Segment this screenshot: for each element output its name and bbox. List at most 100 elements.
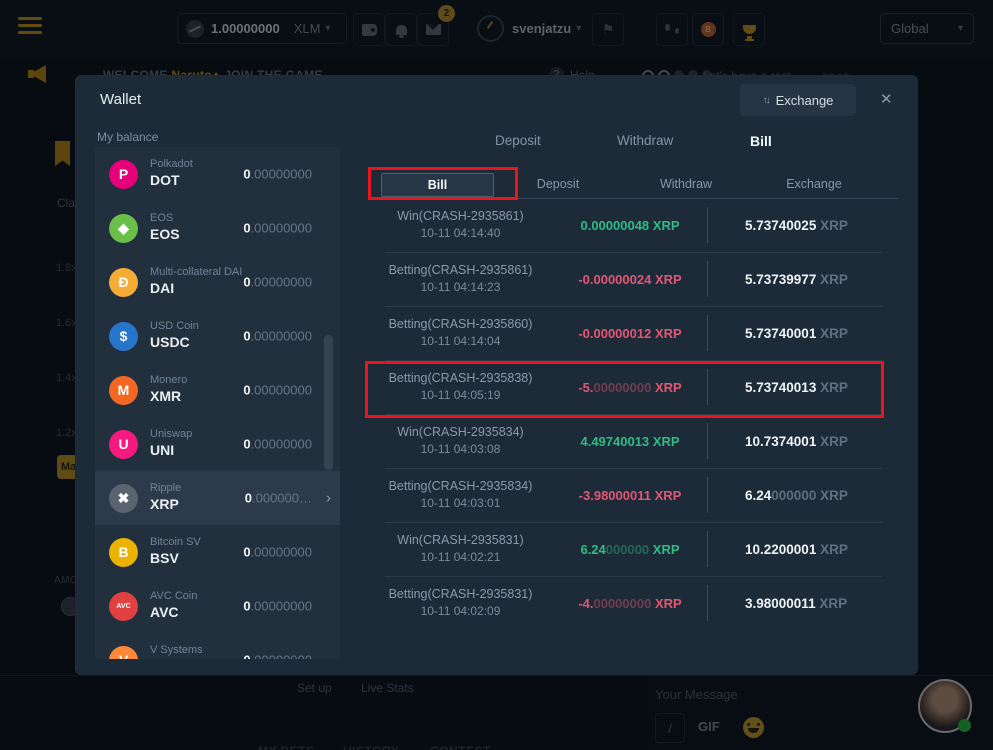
coin-row-avc[interactable]: AVCAVC CoinAVC0.00000000 — [95, 579, 340, 633]
subtab-exchange[interactable]: Exchange — [750, 170, 878, 198]
transaction-row: Win(CRASH-2935831)10-11 04:02:216.240000… — [368, 522, 885, 576]
coin-row-ripple[interactable]: ✖ RippleXRP 0.000000… › — [95, 471, 340, 525]
transaction-amount: -3.98000011 XRP — [553, 488, 707, 503]
uniswap-icon: U — [109, 430, 138, 459]
tab-withdraw[interactable]: Withdraw — [617, 133, 673, 148]
transaction-balance: 5.73740025 XRP — [708, 218, 885, 233]
coin-symbol: XMR — [150, 388, 187, 406]
transaction-amount: -0.00000024 XRP — [553, 272, 707, 287]
transaction-label: Betting(CRASH-2935831) — [368, 586, 553, 604]
transaction-balance: 10.7374001 XRP — [708, 434, 885, 449]
coin-symbol: DAI — [150, 280, 242, 298]
transaction-amount: -0.00000012 XRP — [553, 326, 707, 341]
exchange-label: Exchange — [776, 93, 834, 108]
dai-icon: Đ — [109, 268, 138, 297]
chevron-right-icon: › — [326, 490, 331, 507]
coin-row-uniswap[interactable]: U UniswapUNI 0.00000000 — [95, 417, 340, 471]
app-window: 1.00000000 XLM ▾ 2 svenjatzu ▾ ⚑ B Globa… — [0, 0, 993, 750]
coin-balance: 0.00000000 — [243, 599, 312, 614]
transaction-row: Betting(CRASH-2935838)10-11 04:05:19-5.0… — [368, 360, 885, 414]
transaction-balance: 6.24000000 XRP — [708, 488, 885, 503]
coin-symbol: BSV — [150, 550, 201, 568]
transaction-label: Betting(CRASH-2935861) — [368, 262, 553, 280]
coin-balance: 0.00000000 — [243, 653, 312, 660]
coin-name: EOS — [150, 212, 180, 226]
exchange-button[interactable]: ↑↓ Exchange — [740, 84, 856, 116]
coin-balance: 0.00000000 — [243, 329, 312, 344]
coin-row-eos[interactable]: ◆EOSEOS0.00000000 — [95, 201, 340, 255]
coin-name: Uniswap — [150, 428, 192, 442]
transaction-row: Win(CRASH-2935861)10-11 04:14:400.000000… — [368, 198, 885, 252]
coin-name: Bitcoin SV — [150, 536, 201, 550]
transaction-time: 10-11 04:14:23 — [368, 279, 553, 296]
transaction-time: 10-11 04:03:01 — [368, 495, 553, 512]
coin-symbol: AVC — [150, 604, 197, 622]
eos-icon: ◆ — [109, 214, 138, 243]
wallet-modal: Wallet ↑↓ Exchange ✕ My balance DepositW… — [75, 75, 918, 675]
ripple-icon: ✖ — [109, 484, 138, 513]
close-icon[interactable]: ✕ — [880, 90, 893, 108]
transaction-time: 10-11 04:03:08 — [368, 441, 553, 458]
transaction-amount: -4.00000000 XRP — [553, 596, 707, 611]
coin-symbol: VSYS — [150, 658, 203, 659]
transaction-time: 10-11 04:14:40 — [368, 225, 553, 242]
transaction-amount: -5.00000000 XRP — [553, 380, 707, 395]
tab-deposit[interactable]: Deposit — [495, 133, 541, 148]
coin-balance: 0.00000000 — [243, 221, 312, 236]
transaction-time: 10-11 04:05:19 — [368, 387, 553, 404]
tab-bill[interactable]: Bill — [750, 133, 772, 149]
bill-subtabs: BillDepositWithdrawExchange — [368, 170, 898, 199]
transaction-balance: 10.2200001 XRP — [708, 542, 885, 557]
transaction-table: Win(CRASH-2935861)10-11 04:14:400.000000… — [368, 198, 885, 705]
transaction-row: Betting(CRASH-2935860)10-11 04:14:04-0.0… — [368, 306, 885, 360]
avc-icon: AVC — [109, 592, 138, 621]
coin-name: Multi-collateral DAI — [150, 266, 242, 280]
coin-row-v-systems[interactable]: VV SystemsVSYS0.00000000 — [95, 633, 340, 659]
coin-row-polkadot[interactable]: P PolkadotDOT 0.00000000 — [95, 147, 340, 201]
scrollbar-thumb[interactable] — [324, 335, 333, 470]
coin-row-bitcoin-sv[interactable]: B Bitcoin SVBSV 0.00000000 — [95, 525, 340, 579]
transaction-balance: 5.73740001 XRP — [708, 326, 885, 341]
coin-balance: 0.000000… — [245, 491, 312, 506]
usdc-icon: $ — [109, 322, 138, 351]
coin-row-dai[interactable]: Đ Multi-collateral DAIDAI0.00000000 — [95, 255, 340, 309]
transaction-label: Win(CRASH-2935861) — [368, 208, 553, 226]
subtab-deposit[interactable]: Deposit — [494, 170, 622, 198]
polkadot-icon: P — [109, 160, 138, 189]
coin-name: AVC Coin — [150, 590, 197, 604]
coin-symbol: DOT — [150, 172, 193, 190]
bitcoin-sv-icon: B — [109, 538, 138, 567]
transaction-amount: 4.49740013 XRP — [553, 434, 707, 449]
transaction-amount: 0.00000048 XRP — [553, 218, 707, 233]
coin-row-monero[interactable]: M MoneroXMR 0.00000000 — [95, 363, 340, 417]
transaction-time: 10-11 04:02:09 — [368, 603, 553, 620]
coin-balance: 0.00000000 — [243, 167, 312, 182]
coin-row-usdc[interactable]: $USD CoinUSDC0.00000000 — [95, 309, 340, 363]
transaction-label: Betting(CRASH-2935834) — [368, 478, 553, 496]
coin-balance: 0.00000000 — [243, 437, 312, 452]
transaction-label: Betting(CRASH-2935838) — [368, 370, 553, 388]
coin-balance: 0.00000000 — [243, 275, 312, 290]
coin-name: Polkadot — [150, 158, 193, 172]
transaction-balance: 5.73740013 XRP — [708, 380, 885, 395]
transaction-time: 10-11 04:14:04 — [368, 333, 553, 350]
transaction-balance: 3.98000011 XRP — [708, 596, 885, 611]
subtab-withdraw[interactable]: Withdraw — [622, 170, 750, 198]
monero-icon: M — [109, 376, 138, 405]
coin-list: PPolkadotDOT0.00000000◆EOSEOS0.00000000Đ… — [95, 147, 340, 659]
coin-name: Ripple — [150, 482, 181, 496]
transaction-label: Win(CRASH-2935831) — [368, 532, 553, 550]
transaction-balance: 5.73739977 XRP — [708, 272, 885, 287]
coin-symbol: UNI — [150, 442, 192, 460]
my-balance-label: My balance — [97, 130, 158, 144]
coin-balance: 0.00000000 — [243, 545, 312, 560]
coin-name: Monero — [150, 374, 187, 388]
transaction-label: Win(CRASH-2935834) — [368, 424, 553, 442]
transaction-row: Betting(CRASH-2935831)10-11 04:02:09-4.0… — [368, 576, 885, 630]
subtab-bill[interactable]: Bill — [381, 173, 494, 197]
coin-name: V Systems — [150, 644, 203, 658]
coin-balance: 0.00000000 — [243, 383, 312, 398]
coin-symbol: XRP — [150, 496, 181, 514]
coin-name: USD Coin — [150, 320, 199, 334]
transaction-row: Win(CRASH-2935834)10-11 04:03:084.497400… — [368, 414, 885, 468]
